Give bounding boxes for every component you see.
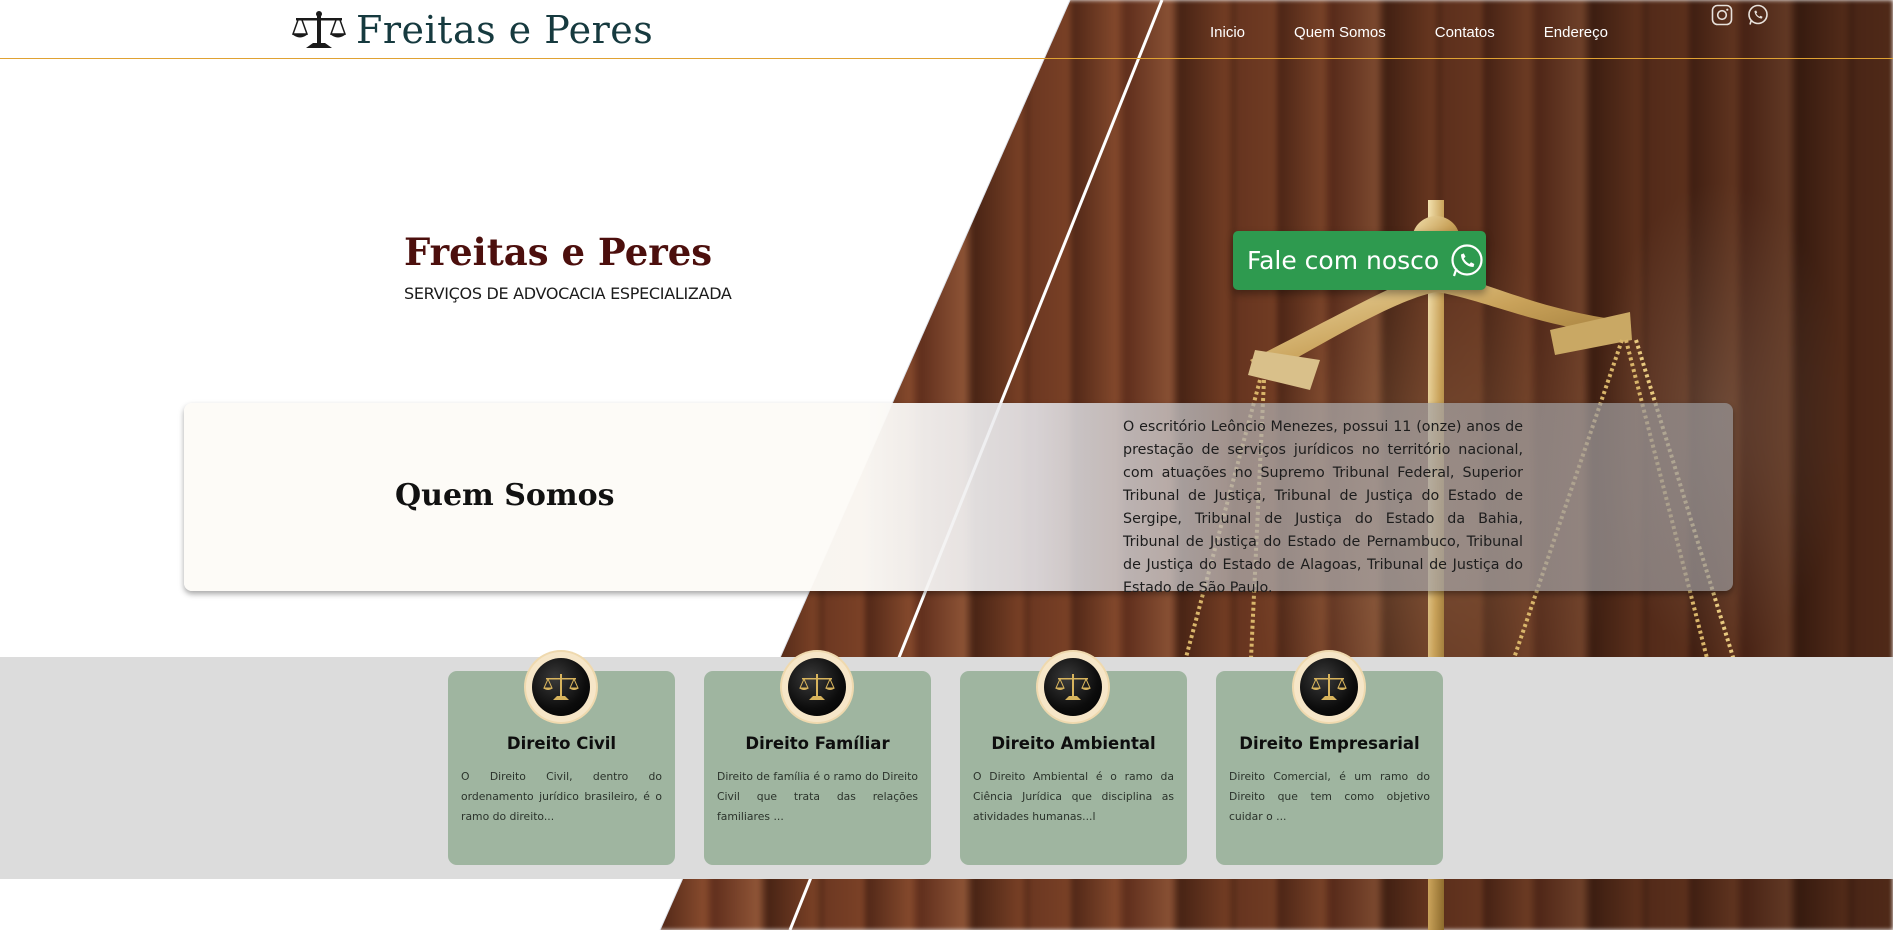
service-card-direito-ambiental[interactable]: Direito Ambiental O Direito Ambiental é …: [960, 652, 1187, 865]
service-description: O Direito Civil, dentro do ordenamento j…: [461, 770, 662, 823]
service-medal: [526, 652, 596, 722]
about-description: O escritório Leôncio Menezes, possui 11 …: [1123, 419, 1523, 596]
instagram-icon[interactable]: [1711, 4, 1733, 26]
scales-icon: [1311, 674, 1347, 700]
service-card-direito-civil[interactable]: Direito Civil O Direito Civil, dentro do…: [448, 652, 675, 865]
scales-icon: [543, 674, 579, 700]
service-medal: [782, 652, 852, 722]
scales-icon: [799, 674, 835, 700]
brand-name: Freitas e Peres: [356, 8, 654, 52]
service-title: Direito Famíliar: [745, 734, 890, 753]
scales-icon: [292, 11, 346, 48]
service-card-direito-empresarial[interactable]: Direito Empresarial Direito Comercial, é…: [1216, 652, 1443, 865]
whatsapp-icon: [1451, 243, 1483, 276]
main-nav: Inicio Quem Somos Contatos Endereço: [1210, 24, 1657, 41]
service-title: Direito Empresarial: [1239, 734, 1420, 753]
service-description: Direito de família é o ramo do Direito C…: [717, 770, 918, 823]
scales-icon: [1055, 674, 1091, 700]
nav-contatos[interactable]: Contatos: [1435, 24, 1495, 41]
nav-inicio[interactable]: Inicio: [1210, 24, 1245, 41]
service-description: Direito Comercial, é um ramo do Direito …: [1229, 770, 1430, 823]
brand-logo[interactable]: Freitas e Peres: [292, 8, 653, 52]
service-medal: [1294, 652, 1364, 722]
site-header: Freitas e Peres Inicio Quem Somos Contat…: [0, 0, 1893, 59]
service-medal: [1038, 652, 1108, 722]
cta-label: Fale com nosco: [1247, 246, 1440, 275]
nav-endereco[interactable]: Endereço: [1544, 24, 1608, 41]
service-description: O Direito Ambiental é o ramo da Ciência …: [973, 770, 1174, 823]
whatsapp-icon[interactable]: [1747, 4, 1769, 26]
services-cards: Direito Civil O Direito Civil, dentro do…: [448, 652, 1443, 865]
hero-title: Freitas e Peres: [404, 230, 713, 274]
nav-quem-somos[interactable]: Quem Somos: [1294, 24, 1386, 41]
service-card-direito-familiar[interactable]: Direito Famíliar Direito de família é o …: [704, 652, 931, 865]
social-links: [1711, 4, 1769, 26]
service-title: Direito Civil: [506, 734, 617, 753]
hero-subtitle: SERVIÇOS DE ADVOCACIA ESPECIALIZADA: [404, 284, 732, 303]
about-title: Quem Somos: [395, 478, 615, 513]
service-title: Direito Ambiental: [991, 734, 1156, 753]
whatsapp-contact-button[interactable]: Fale com nosco: [1233, 231, 1486, 290]
